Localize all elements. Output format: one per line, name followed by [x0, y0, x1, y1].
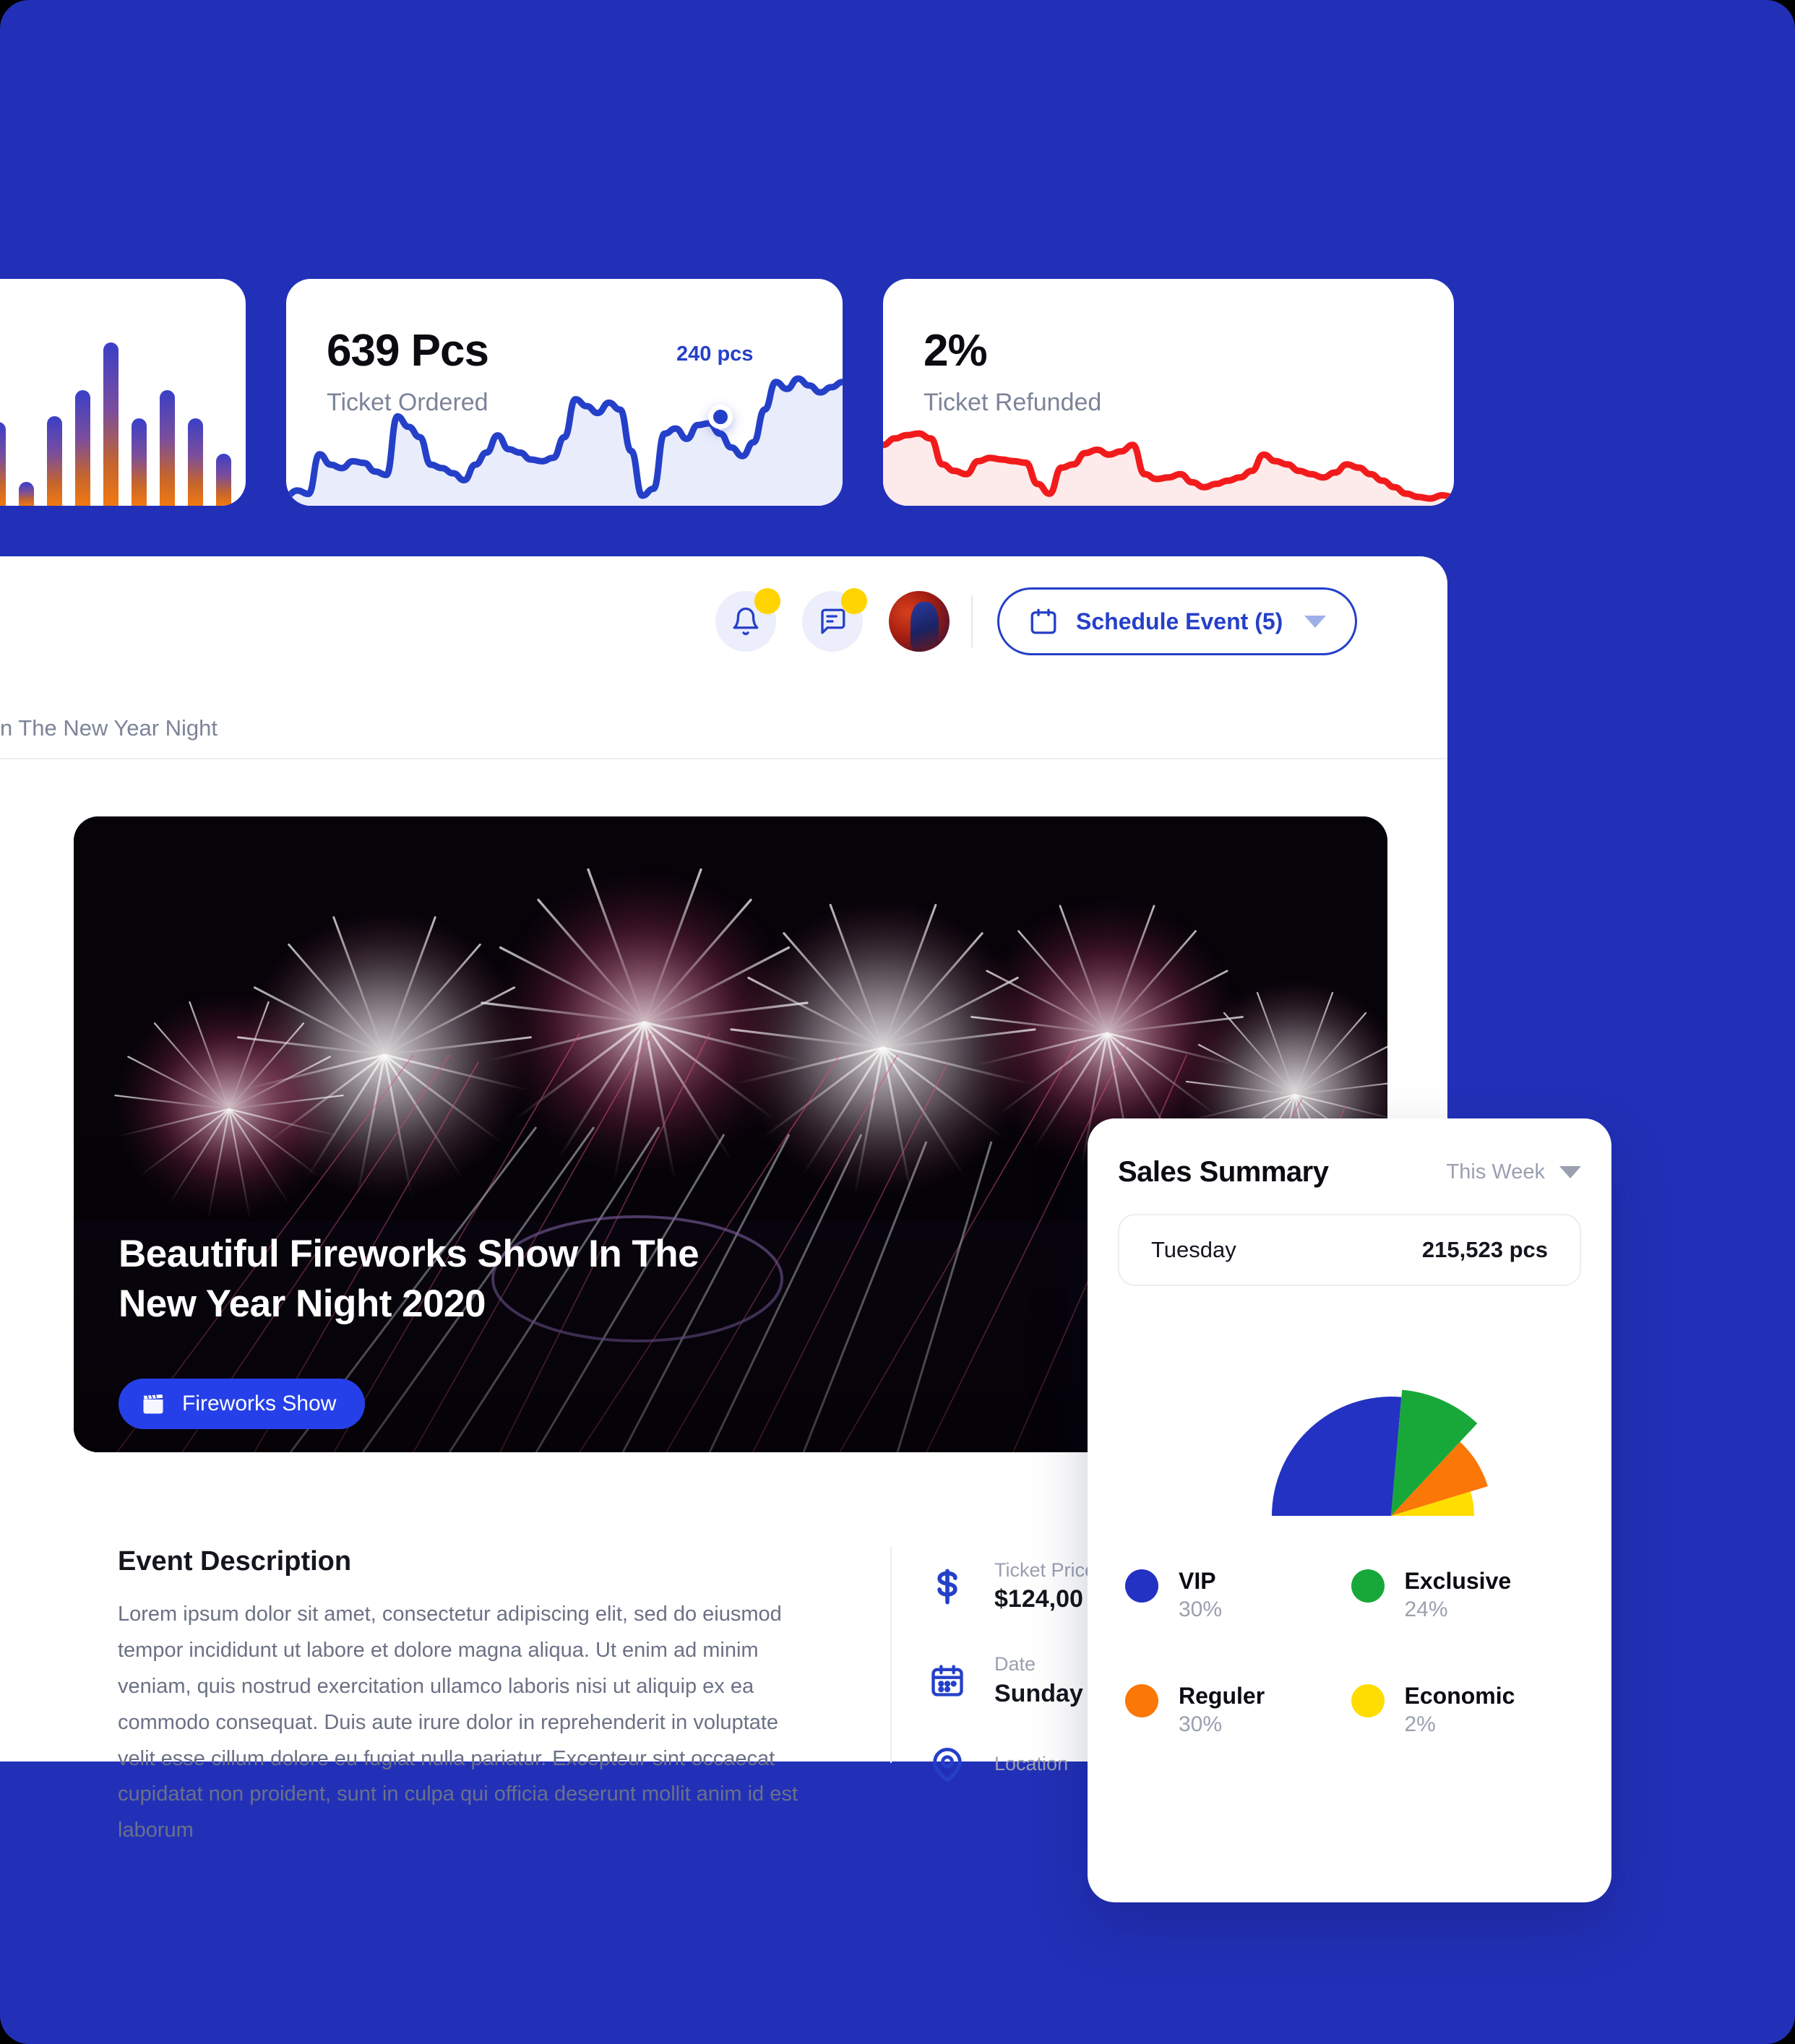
bell-icon [733, 607, 759, 635]
sparkline-marker-dot [708, 405, 733, 429]
header-divider [0, 758, 1447, 759]
topbar: Schedule Event (5) [715, 585, 1358, 657]
ticket-refunded-sparkline [883, 430, 1454, 506]
notification-badge-dot [754, 588, 780, 614]
legend-name: Exclusive [1404, 1568, 1512, 1594]
legend-text: VIP 30% [1179, 1566, 1222, 1625]
bar [103, 342, 119, 506]
bar [75, 390, 90, 506]
legend-percent: 2% [1404, 1712, 1436, 1736]
messages-button[interactable] [802, 588, 867, 652]
dollar-icon [925, 1568, 970, 1605]
legend-name: Reguler [1179, 1682, 1265, 1709]
location-icon [925, 1746, 970, 1783]
kpi-card-ticket-refunded[interactable]: 2% Ticket Refunded [883, 279, 1454, 506]
app-frame: 639 Pcs Ticket Ordered 240 pcs 2% Ticket… [0, 0, 1795, 2044]
chevron-down-icon[interactable] [1304, 615, 1327, 628]
legend-text: Reguler 30% [1179, 1681, 1265, 1740]
chat-icon [821, 608, 845, 634]
sales-range-label: This Week [1446, 1160, 1545, 1183]
sales-highlight-amount: 215,523 pcs [1421, 1237, 1548, 1262]
hero-category-tag[interactable]: Fireworks Show [119, 1379, 366, 1429]
legend-name: VIP [1179, 1568, 1216, 1594]
clapperboard-icon [143, 1394, 163, 1414]
sales-summary-header: Sales Summary This Week [1118, 1156, 1581, 1189]
event-description-body: Lorem ipsum dolor sit amet, consectetur … [118, 1603, 798, 1842]
details-divider [890, 1546, 892, 1763]
legend-item-vip[interactable]: VIP 30% [1125, 1566, 1351, 1625]
legend-text: Economic 2% [1405, 1681, 1515, 1740]
rose-slice-vip[interactable] [1272, 1397, 1402, 1516]
legend-percent: 30% [1179, 1712, 1223, 1736]
sales-legend: VIP 30% Exclusive 24% Reguler 30% Economic 2% [1125, 1566, 1577, 1739]
ticket-ordered-sparkline [286, 375, 843, 506]
detail-label-date: Date [994, 1653, 1036, 1676]
legend-swatch-exclusive [1351, 1569, 1385, 1603]
legend-percent: 24% [1404, 1597, 1448, 1621]
ticket-refunded-label: Ticket Refunded [924, 389, 1102, 416]
avatar-figure [911, 602, 939, 652]
legend-item-economic[interactable]: Economic 2% [1351, 1681, 1577, 1740]
bar [160, 390, 175, 506]
detail-label-ticket-price: Ticket Price [994, 1559, 1096, 1581]
legend-percent: 30% [1179, 1597, 1223, 1621]
event-description-heading: Event Description [118, 1546, 352, 1577]
ticket-ordered-badge: 240 pcs [676, 342, 754, 366]
detail-label-location: Location [994, 1753, 1069, 1775]
sales-highlight-day: Tuesday [1151, 1237, 1236, 1262]
kpi-card-bar-chart[interactable] [0, 279, 246, 506]
avatar[interactable] [889, 591, 950, 652]
detail-value-date: Sunday [994, 1679, 1083, 1707]
detail-row-location: Location [925, 1746, 1095, 1783]
detail-row-ticket-price: Ticket Price $124,00 [925, 1557, 1095, 1616]
sales-rose-chart [1131, 1299, 1568, 1538]
bar [19, 481, 34, 506]
bar [0, 422, 6, 506]
kpi-card-ticket-ordered[interactable]: 639 Pcs Ticket Ordered 240 pcs [286, 279, 843, 506]
hero-title: Beautiful Fireworks Show In The New Year… [119, 1233, 700, 1325]
hero-category-label: Fireworks Show [182, 1392, 337, 1415]
rose-chart-svg [1272, 1389, 1488, 1516]
legend-swatch-vip [1125, 1569, 1158, 1603]
detail-row-date: Date Sunday [925, 1651, 1095, 1710]
breadcrumb[interactable]: n The New Year Night [0, 715, 218, 741]
legend-item-reguler[interactable]: Reguler 30% [1125, 1681, 1351, 1740]
sales-range-selector[interactable]: This Week [1447, 1160, 1581, 1184]
calendar-icon [1030, 608, 1056, 634]
legend-item-exclusive[interactable]: Exclusive 24% [1351, 1566, 1577, 1625]
detail-value-ticket-price: $124,00 [994, 1585, 1083, 1613]
legend-text: Exclusive 24% [1405, 1566, 1512, 1625]
calendar-icon [925, 1662, 970, 1699]
schedule-event-label: Schedule Event (5) [1076, 608, 1283, 634]
bar [47, 415, 62, 506]
sales-highlight-row[interactable]: Tuesday 215,523 pcs [1118, 1214, 1581, 1286]
event-details-list: Ticket Price $124,00 Date Sunday Locatio… [925, 1557, 1095, 1818]
bar [188, 418, 203, 506]
topbar-separator [971, 595, 973, 647]
bar [216, 454, 231, 506]
legend-name: Economic [1404, 1682, 1515, 1709]
legend-swatch-economic [1351, 1683, 1385, 1717]
bar [132, 418, 147, 506]
chevron-down-icon [1559, 1166, 1581, 1178]
legend-swatch-reguler [1125, 1683, 1158, 1717]
schedule-event-button[interactable]: Schedule Event (5) [997, 587, 1358, 655]
bar-chart [0, 332, 246, 506]
messages-badge-dot [841, 588, 867, 614]
notification-button[interactable] [715, 588, 780, 652]
sales-summary-card: Sales Summary This Week Tuesday 215,523 … [1088, 1118, 1611, 1902]
sales-summary-title: Sales Summary [1118, 1156, 1329, 1188]
ticket-refunded-value: 2% [924, 326, 988, 376]
